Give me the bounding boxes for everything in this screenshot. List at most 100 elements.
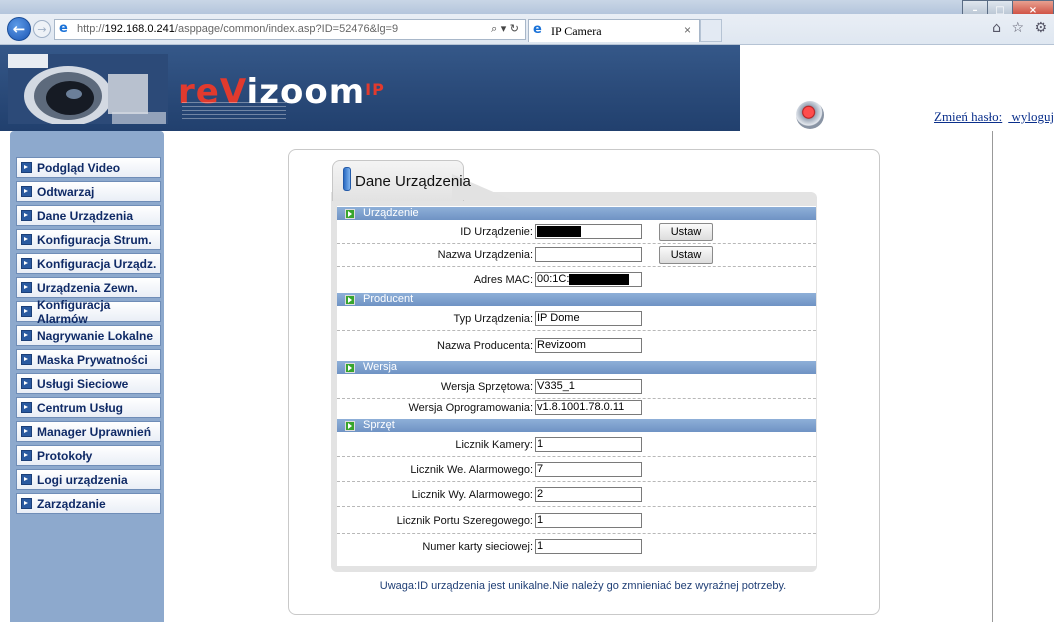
device-type-input[interactable]: IP Dome [535,311,642,326]
camera-count-label: Licznik Kamery: [455,439,533,451]
menu-item-label: Manager Uprawnień [37,424,152,439]
header-decoration [182,102,286,124]
row-nic: Numer karty sieciowej: 1 [337,534,816,558]
forward-arrow-icon[interactable]: → [33,20,51,38]
menu-item-konfiguracja-strum[interactable]: Konfiguracja Strum. [16,229,161,250]
menu-item-label: Dane Urządzenia [37,208,134,223]
section-bullet-icon [345,421,355,431]
menu-item-logi-urzadzenia[interactable]: Logi urządzenia [16,469,161,490]
menu-item-manager-uprawnien[interactable]: Manager Uprawnień [16,421,161,442]
menu-item-label: Logi urządzenia [37,472,128,487]
menu-bullet-icon [21,498,32,509]
menu-item-label: Protokoły [37,448,93,463]
device-id-input[interactable] [535,224,642,239]
alarm-out-label: Licznik Wy. Alarmowego: [411,489,533,501]
row-serial-port: Licznik Portu Szeregowego: 1 [337,507,816,534]
section-header-device: Urządzenie [337,207,816,220]
menu-bullet-icon [21,378,32,389]
menu-item-label: Podgląd Video [37,160,121,175]
menu-bullet-icon [21,330,32,341]
hw-version-input[interactable]: V335_1 [535,379,642,394]
menu-item-uslugi-sieciowe[interactable]: Usługi Sieciowe [16,373,161,394]
uniqueness-note: Uwaga:ID urządzenia jest unikalne.Nie na… [379,580,787,592]
menu-item-maska-prywatnosci[interactable]: Maska Prywatności [16,349,161,370]
ie-tab-icon: e [533,22,542,37]
change-password-link[interactable]: Zmień hasło: [934,109,1002,124]
menu-item-dane-urzadzenia[interactable]: Dane Urządzenia [16,205,161,226]
section-header-hardware: Sprzęt [337,419,816,432]
section-header-version: Wersja [337,361,816,374]
device-id-label: ID Urządzenie: [460,226,533,238]
menu-item-label: Maska Prywatności [37,352,148,367]
menu-item-protokoly[interactable]: Protokoły [16,445,161,466]
row-device-name: Nazwa Urządzenia: Ustaw [337,244,816,267]
menu-bullet-icon [21,162,32,173]
sw-version-input[interactable]: v1.8.1001.78.0.11 [535,400,642,415]
alarm-in-input[interactable]: 7 [535,462,642,477]
alarm-out-input[interactable]: 2 [535,487,642,502]
redacted-value [569,274,630,285]
alarm-in-label: Licznik We. Alarmowego: [410,464,533,476]
row-mac: Adres MAC: 00:1C: [337,267,816,292]
row-device-id: ID Urządzenie: Ustaw [337,220,816,244]
ie-page-icon: e [59,21,68,36]
menu-item-label: Odtwarzaj [37,184,95,199]
menu-bullet-icon [21,282,32,293]
row-device-type: Typ Urządzenia: IP Dome [337,306,816,331]
menu-item-label: Konfiguracja Strum. [37,232,152,247]
redacted-value [537,226,581,237]
search-refresh-icons[interactable]: ⌕ ▾ ↻ [491,22,519,36]
hw-version-label: Wersja Sprzętowa: [440,381,533,393]
mac-label: Adres MAC: [473,274,533,286]
tab-close-icon[interactable]: × [684,23,691,37]
row-producer-name: Nazwa Producenta: Revizoom [337,331,816,360]
new-tab-button[interactable] [700,19,722,42]
logout-link[interactable]: wyloguj [1012,109,1054,124]
browser-navbar: ← → e http://192.168.0.241/asppage/commo… [0,14,1054,45]
menu-bullet-icon [21,402,32,413]
menu-item-konfiguracja-urzadz[interactable]: Konfiguracja Urządz. [16,253,161,274]
mac-input[interactable]: 00:1C: [535,272,642,287]
address-bar[interactable]: e http://192.168.0.241/asppage/common/in… [54,19,526,40]
browser-tab[interactable]: e IP Camera × [528,19,700,42]
set-device-id-button[interactable]: Ustaw [659,223,713,241]
nic-input[interactable]: 1 [535,539,642,554]
sw-version-label: Wersja Oprogramowania: [408,402,533,414]
menu-item-zarzadzanie[interactable]: Zarządzanie [16,493,161,514]
menu-item-odtwarzaj[interactable]: Odtwarzaj [16,181,161,202]
menu-bullet-icon [21,210,32,221]
producer-name-input[interactable]: Revizoom [535,338,642,353]
menu-bullet-icon [21,186,32,197]
menu-item-label: Usługi Sieciowe [37,376,129,391]
section-bullet-icon [345,363,355,373]
device-name-input[interactable] [535,247,642,262]
url-text[interactable]: http://192.168.0.241/asppage/common/inde… [77,23,398,35]
menu-bullet-icon [21,450,32,461]
menu-bullet-icon [21,306,32,317]
menu-item-nagrywanie-lokalne[interactable]: Nagrywanie Lokalne [16,325,161,346]
producer-name-label: Nazwa Producenta: [437,340,533,352]
row-sw-version: Wersja Oprogramowania: v1.8.1001.78.0.11 [337,399,816,419]
serial-port-label: Licznik Portu Szeregowego: [396,515,533,527]
menu-item-label: Nagrywanie Lokalne [37,328,154,343]
row-hw-version: Wersja Sprzętowa: V335_1 [337,374,816,399]
back-arrow-icon[interactable]: ← [7,17,31,41]
menu-item-urzadzenia-zewn[interactable]: Urządzenia Zewn. [16,277,161,298]
window-titlebar [0,0,1054,14]
menu-bullet-icon [21,474,32,485]
camera-lens-image [8,54,168,124]
row-camera-count: Licznik Kamery: 1 [337,432,816,457]
set-device-name-button[interactable]: Ustaw [659,246,713,264]
menu-bullet-icon [21,258,32,269]
section-bullet-icon [345,209,355,219]
menu-item-label: Centrum Usług [37,400,124,415]
menu-item-konfiguracja-alarmow[interactable]: Konfiguracja Alarmów [16,298,161,326]
device-type-label: Typ Urządzenia: [453,313,533,325]
serial-port-input[interactable]: 1 [535,513,642,528]
menu-item-centrum-uslug[interactable]: Centrum Usług [16,397,161,418]
home-favorites-settings-icons[interactable]: ⌂ ☆ ⚙ [992,20,1050,36]
sidebar-menu: Podgląd Video Odtwarzaj Dane Urządzenia … [16,157,161,517]
menu-item-podglad-video[interactable]: Podgląd Video [16,157,161,178]
camera-count-input[interactable]: 1 [535,437,642,452]
alarm-light-icon[interactable] [796,101,824,129]
